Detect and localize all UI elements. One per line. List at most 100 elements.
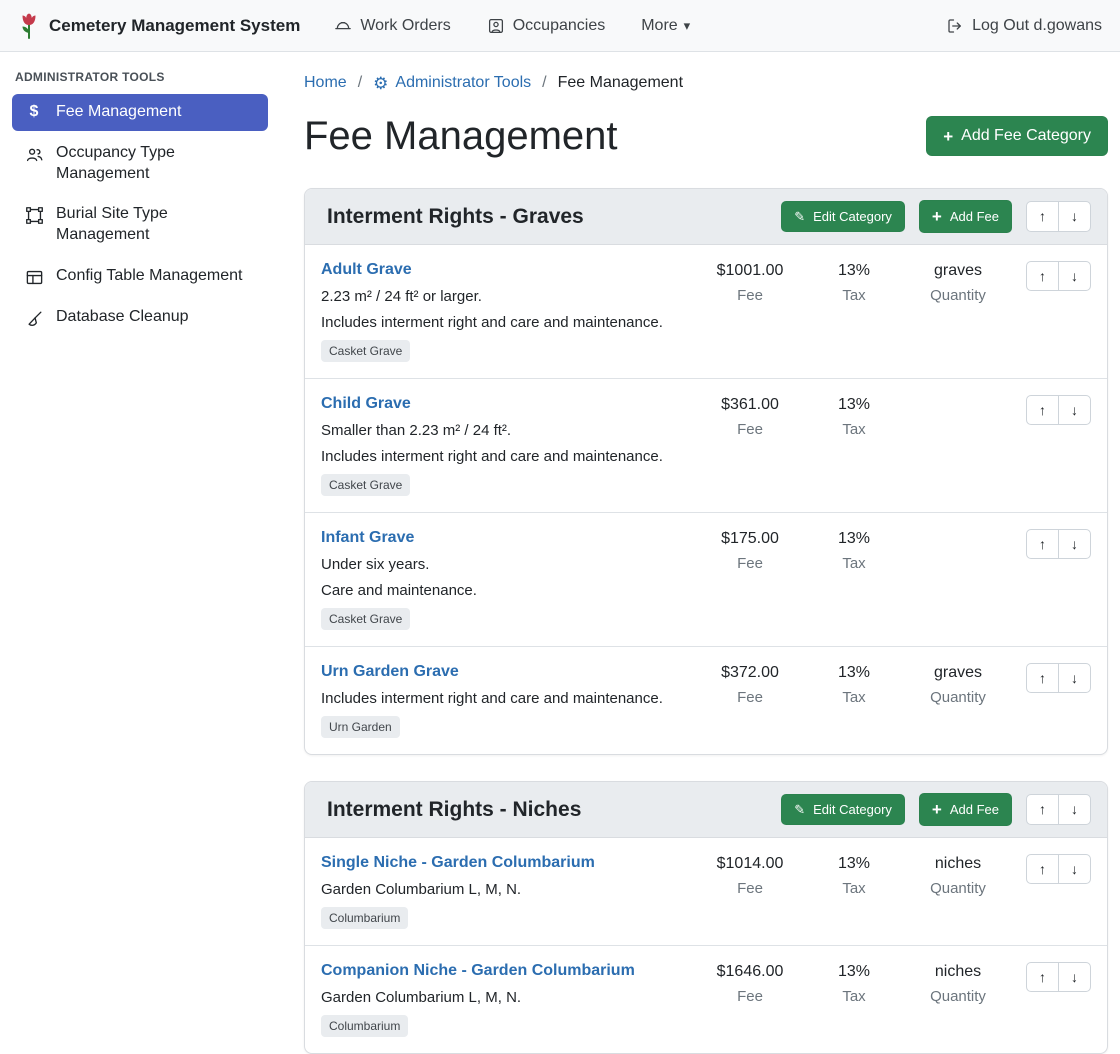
sidebar-item-config-table-management[interactable]: Config Table Management xyxy=(12,258,268,295)
category-header: Interment Rights - Graves✎Edit Category+… xyxy=(305,189,1107,245)
breadcrumb-home-link[interactable]: Home xyxy=(304,74,347,92)
breadcrumb-separator: / xyxy=(542,74,546,92)
fee-amount-label: Fee xyxy=(698,880,802,897)
category-header: Interment Rights - Niches✎Edit Category+… xyxy=(305,782,1107,838)
fee-quantity-label: Quantity xyxy=(906,988,1010,1005)
sidebar-item-database-cleanup[interactable]: Database Cleanup xyxy=(12,299,268,336)
fee-row: Child GraveSmaller than 2.23 m² / 24 ft²… xyxy=(305,379,1107,513)
fee-amount-column: $361.00Fee xyxy=(698,395,802,438)
fee-description: Care and maintenance. xyxy=(321,582,690,599)
fee-move-up-button[interactable]: ↑ xyxy=(1026,962,1059,992)
nav-occupancies[interactable]: Occupancies xyxy=(487,17,606,35)
fee-name-link[interactable]: Infant Grave xyxy=(321,529,414,547)
add-fee-category-button[interactable]: + Add Fee Category xyxy=(926,116,1108,156)
fee-move-down-button[interactable]: ↓ xyxy=(1058,529,1091,559)
fee-quantity-value: graves xyxy=(906,262,1010,280)
fee-amount-value: $361.00 xyxy=(698,396,802,414)
fee-name-link[interactable]: Companion Niche - Garden Columbarium xyxy=(321,962,635,980)
sidebar-item-label: Config Table Management xyxy=(56,266,243,287)
fee-amount-value: $1646.00 xyxy=(698,963,802,981)
nav-work-orders-label: Work Orders xyxy=(360,17,450,35)
fee-tax-label: Tax xyxy=(802,555,906,572)
fee-info: Adult Grave 2.23 m² / 24 ft² or larger. In… xyxy=(321,261,698,362)
fee-description: 2.23 m² / 24 ft² or larger. xyxy=(321,288,690,305)
fee-tax-value: 13% xyxy=(802,530,906,548)
fee-name-link[interactable]: Child Grave xyxy=(321,395,411,413)
fee-amount-column: $372.00Fee xyxy=(698,663,802,706)
category-reorder-buttons: ↑↓ xyxy=(1026,794,1091,824)
fee-info: Infant Grave Under six years. Care and mai… xyxy=(321,529,698,630)
fee-move-down-button[interactable]: ↓ xyxy=(1058,261,1091,291)
fee-categories: Interment Rights - Graves✎Edit Category+… xyxy=(304,188,1108,1054)
category-move-up-button[interactable]: ↑ xyxy=(1026,794,1059,824)
fee-description: Includes interment right and care and ma… xyxy=(321,314,690,331)
fee-category-card-interment-rights-graves: Interment Rights - Graves✎Edit Category+… xyxy=(304,188,1108,755)
fee-quantity-column: graves Quantity xyxy=(906,261,1010,304)
fee-reorder-buttons: ↑↓ xyxy=(1026,854,1091,884)
fee-type-badge: Urn Garden xyxy=(321,716,400,738)
fee-tax-column: 13%Tax xyxy=(802,261,906,304)
fee-quantity-value: graves xyxy=(906,664,1010,682)
dollar-icon: $ xyxy=(24,104,44,120)
sidebar-item-label: Burial Site Type Management xyxy=(56,204,256,246)
sidebar-item-burial-site-type-management[interactable]: Burial Site Type Management xyxy=(12,196,268,254)
edit-category-button[interactable]: ✎Edit Category xyxy=(781,794,905,825)
fee-name-link[interactable]: Single Niche - Garden Columbarium xyxy=(321,854,595,872)
fee-tax-value: 13% xyxy=(802,396,906,414)
fee-name-link[interactable]: Adult Grave xyxy=(321,261,412,279)
fee-quantity-column: gravesQuantity xyxy=(906,663,1010,706)
nav-more[interactable]: More ▾ xyxy=(641,17,690,35)
breadcrumb: Home / ⚙ Administrator Tools / Fee Manag… xyxy=(304,74,1108,92)
fee-tax-value: 13% xyxy=(802,262,906,280)
fee-amount-value: $372.00 xyxy=(698,664,802,682)
fee-description: Includes interment right and care and ma… xyxy=(321,690,690,707)
logout-link[interactable]: Log Out d.gowans xyxy=(946,17,1102,35)
fee-reorder-buttons: ↑↓ xyxy=(1026,529,1091,559)
sidebar-item-fee-management[interactable]: $Fee Management xyxy=(12,94,268,131)
fee-amount-column: $175.00 Fee xyxy=(698,529,802,572)
fee-move-up-button[interactable]: ↑ xyxy=(1026,854,1059,884)
fee-quantity-value: niches xyxy=(906,963,1010,981)
fee-quantity-label: Quantity xyxy=(906,287,1010,304)
sidebar-heading: ADMINISTRATOR TOOLS xyxy=(15,70,268,84)
fee-amount-label: Fee xyxy=(698,287,802,304)
fee-reorder-buttons: ↑↓ xyxy=(1026,261,1091,291)
logout-icon xyxy=(946,17,964,35)
fee-amount-label: Fee xyxy=(698,555,802,572)
fee-tax-value: 13% xyxy=(802,664,906,682)
category-fee-list: Single Niche - Garden ColumbariumGarden … xyxy=(305,838,1107,1053)
edit-category-button[interactable]: ✎Edit Category xyxy=(781,201,905,232)
fee-description: Under six years. xyxy=(321,556,690,573)
category-move-down-button[interactable]: ↓ xyxy=(1058,201,1091,231)
fee-tax-value: 13% xyxy=(802,963,906,981)
page-header: Fee Management + Add Fee Category xyxy=(304,114,1108,158)
fee-move-up-button[interactable]: ↑ xyxy=(1026,261,1059,291)
fee-move-down-button[interactable]: ↓ xyxy=(1058,854,1091,884)
pencil-icon: ✎ xyxy=(794,210,805,223)
fee-move-up-button[interactable]: ↑ xyxy=(1026,529,1059,559)
category-move-up-button[interactable]: ↑ xyxy=(1026,201,1059,231)
fee-type-badge: Casket Grave xyxy=(321,340,410,362)
fee-name-link[interactable]: Urn Garden Grave xyxy=(321,663,459,681)
sidebar-item-occupancy-type-management[interactable]: Occupancy Type Management xyxy=(12,135,268,193)
fee-reorder-buttons: ↑↓ xyxy=(1026,395,1091,425)
fee-move-down-button[interactable]: ↓ xyxy=(1058,395,1091,425)
fee-move-up-button[interactable]: ↑ xyxy=(1026,663,1059,693)
add-fee-button[interactable]: +Add Fee xyxy=(919,200,1012,233)
fee-info: Single Niche - Garden ColumbariumGarden … xyxy=(321,854,698,929)
fee-row: Single Niche - Garden ColumbariumGarden … xyxy=(305,838,1107,946)
fee-move-up-button[interactable]: ↑ xyxy=(1026,395,1059,425)
category-move-down-button[interactable]: ↓ xyxy=(1058,794,1091,824)
fee-info: Companion Niche - Garden ColumbariumGard… xyxy=(321,962,698,1037)
nav-work-orders[interactable]: Work Orders xyxy=(334,17,450,35)
gear-icon: ⚙ xyxy=(373,75,388,92)
add-fee-button[interactable]: +Add Fee xyxy=(919,793,1012,826)
fee-amount-column: $1001.00Fee xyxy=(698,261,802,304)
fee-move-down-button[interactable]: ↓ xyxy=(1058,663,1091,693)
breadcrumb-admin-tools-link[interactable]: ⚙ Administrator Tools xyxy=(373,74,531,92)
fee-amount-value: $175.00 xyxy=(698,530,802,548)
primary-nav: Work Orders Occupancies More ▾ xyxy=(334,17,690,35)
fee-move-down-button[interactable]: ↓ xyxy=(1058,962,1091,992)
table-icon xyxy=(24,268,44,287)
category-fee-list: Adult Grave 2.23 m² / 24 ft² or larger. In… xyxy=(305,245,1107,754)
